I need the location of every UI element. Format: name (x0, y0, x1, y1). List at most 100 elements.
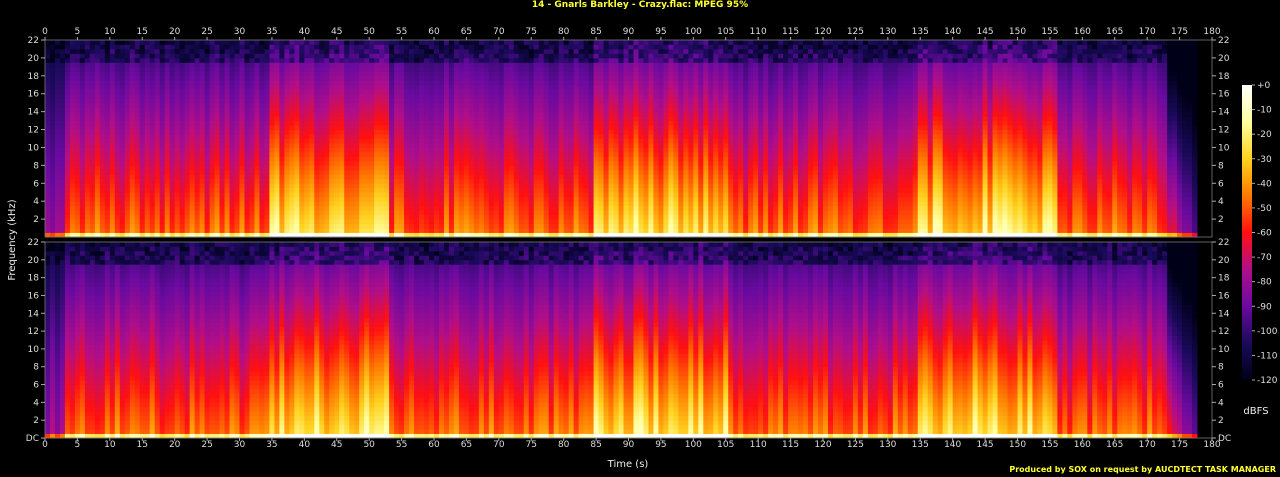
x-axis-label: Time (s) (607, 459, 649, 470)
x-tick-45-top: 45 (331, 27, 342, 40)
x-tick-20-top: 20 (169, 27, 181, 40)
y-axis-label: Frequency (kHz) (7, 199, 18, 280)
y-tick-4-bottom-right: 4 (1212, 398, 1224, 408)
x-tick-120-bottom: 120 (814, 438, 832, 450)
y-tick-2-bottom-left: 2 (33, 416, 45, 426)
x-tick-155-bottom: 155 (1041, 438, 1059, 450)
x-tick-40-top: 40 (299, 27, 310, 40)
y-tick-22-top-right: 22 (1212, 36, 1229, 46)
colorbar-tick--50: -50 (1252, 204, 1272, 214)
y-tick-12-top-left: 12 (28, 126, 45, 136)
x-tick-50-bottom: 50 (363, 438, 375, 450)
x-tick-160-top: 160 (1074, 27, 1091, 40)
x-tick-125-top: 125 (847, 27, 864, 40)
y-tick-16-bottom-left: 16 (28, 291, 45, 301)
x-tick-35-bottom: 35 (266, 438, 278, 450)
x-tick-30-top: 30 (234, 27, 245, 40)
x-tick-70-bottom: 70 (493, 438, 505, 450)
y-tick-20-bottom-left: 20 (28, 256, 45, 266)
x-tick-5-bottom: 5 (75, 438, 80, 450)
y-tick-18-top-left: 18 (28, 72, 45, 82)
x-tick-100-bottom: 100 (685, 438, 702, 450)
y-tick-16-top-left: 16 (28, 90, 45, 100)
spectrogram-chart: 0055101015152020252530303535404045455050… (7, 27, 1278, 470)
x-tick-95-bottom: 95 (655, 438, 667, 450)
credit-text: Produced by SOX on request by AUCDTECT T… (1009, 465, 1276, 475)
x-tick-75-bottom: 75 (526, 438, 537, 450)
y-tick-8-top-right: 8 (1212, 161, 1224, 171)
x-tick-65-bottom: 65 (461, 438, 472, 450)
y-tick-6-top-right: 6 (1212, 179, 1224, 189)
x-tick-15-top: 15 (137, 27, 148, 40)
y-tick-16-top-right: 16 (1212, 90, 1230, 100)
y-tick-18-top-right: 18 (1212, 72, 1230, 82)
x-tick-60-bottom: 60 (428, 438, 440, 450)
colorbar-tick--80: -80 (1252, 278, 1272, 288)
colorbar-tick--100: -100 (1252, 327, 1278, 337)
x-tick-45-bottom: 45 (331, 438, 342, 450)
x-tick-25-bottom: 25 (201, 438, 213, 450)
y-tick-4-top-left: 4 (33, 197, 45, 207)
x-tick-70-top: 70 (493, 27, 505, 40)
y-tick-22-bottom-left: 22 (28, 238, 45, 248)
spectrogram-bottom-channel (44, 241, 1213, 439)
x-tick-10-top: 10 (104, 27, 116, 40)
x-tick-105-bottom: 105 (717, 438, 734, 450)
y-tick-8-top-left: 8 (33, 161, 45, 171)
x-tick-65-top: 65 (461, 27, 472, 40)
colorbar-scale (1242, 85, 1252, 380)
x-tick-105-top: 105 (717, 27, 734, 40)
x-tick-175-top: 175 (1171, 27, 1188, 40)
y-tick-16-bottom-right: 16 (1212, 291, 1230, 301)
colorbar-tick--120: -120 (1252, 376, 1278, 386)
x-tick-135-top: 135 (912, 27, 929, 40)
x-tick-100-top: 100 (685, 27, 702, 40)
x-tick-115-top: 115 (782, 27, 799, 40)
x-tick-155-top: 155 (1041, 27, 1059, 40)
x-tick-0-top: 0 (42, 27, 48, 40)
y-tick-8-bottom-left: 8 (33, 363, 45, 373)
y-tick-4-top-right: 4 (1212, 197, 1224, 207)
y-tick-2-top-left: 2 (33, 215, 45, 225)
x-tick-175-bottom: 175 (1171, 438, 1188, 450)
x-tick-140-bottom: 140 (944, 438, 962, 450)
x-tick-30-bottom: 30 (234, 438, 245, 450)
x-tick-110-top: 110 (750, 27, 767, 40)
colorbar-tick--10: -10 (1252, 106, 1272, 116)
y-tick-12-bottom-right: 12 (1212, 327, 1229, 337)
colorbar-tick--60: -60 (1252, 229, 1272, 239)
y-tick-14-bottom-right: 14 (1212, 309, 1230, 319)
y-tick-8-bottom-right: 8 (1212, 363, 1224, 373)
y-tick-4-bottom-left: 4 (33, 398, 45, 408)
x-tick-110-bottom: 110 (750, 438, 767, 450)
y-tick-6-bottom-right: 6 (1212, 381, 1224, 391)
x-tick-55-bottom: 55 (396, 438, 407, 450)
y-tick-10-top-left: 10 (28, 143, 45, 153)
x-tick-165-top: 165 (1106, 27, 1123, 40)
x-tick-20-bottom: 20 (169, 438, 181, 450)
x-tick-10-bottom: 10 (104, 438, 116, 450)
x-tick-130-bottom: 130 (879, 438, 897, 450)
y-tick-14-bottom-left: 14 (28, 309, 45, 319)
x-tick-80-top: 80 (558, 27, 570, 40)
x-tick-170-bottom: 170 (1139, 438, 1156, 450)
colorbar-tick--30: -30 (1252, 155, 1272, 165)
y-tick-10-top-right: 10 (1212, 143, 1230, 153)
y-tick-6-bottom-left: 6 (33, 381, 45, 391)
y-tick-20-bottom-right: 20 (1212, 256, 1230, 266)
x-tick-140-top: 140 (944, 27, 962, 40)
x-tick-145-bottom: 145 (976, 438, 994, 450)
colorbar-tick--90: -90 (1252, 302, 1272, 312)
x-tick-120-top: 120 (814, 27, 832, 40)
x-tick-35-top: 35 (266, 27, 278, 40)
colorbar-tick--20: -20 (1252, 130, 1272, 140)
x-tick-135-bottom: 135 (912, 438, 929, 450)
x-tick-165-bottom: 165 (1106, 438, 1123, 450)
x-tick-150-top: 150 (1009, 27, 1026, 40)
y-tick-2-top-right: 2 (1212, 215, 1224, 225)
spectrogram-top-channel (44, 39, 1213, 238)
x-tick-40-bottom: 40 (299, 438, 310, 450)
x-tick-50-top: 50 (363, 27, 375, 40)
x-tick-0-bottom: 0 (42, 438, 48, 450)
y-tick-18-bottom-right: 18 (1212, 274, 1230, 284)
